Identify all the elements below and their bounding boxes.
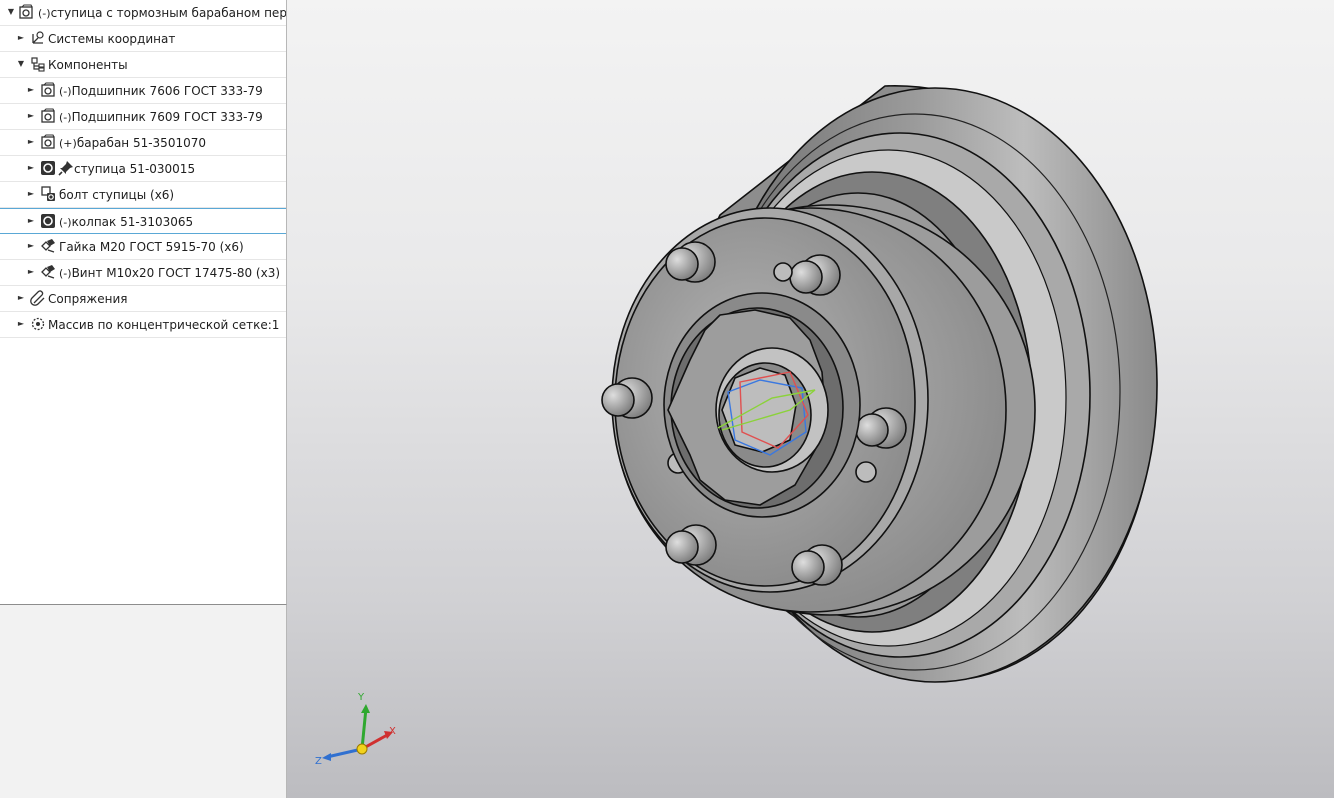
collapse-arrow-icon[interactable]: ▼ <box>16 57 26 71</box>
tree-item-label: ступица 51-030015 <box>74 162 196 176</box>
x-axis-label: X <box>389 726 396 737</box>
expand-arrow-icon[interactable]: ► <box>26 161 36 175</box>
tree-item-nut[interactable]: ► Гайка М20 ГОСТ 5915-70 (x6) <box>0 234 286 260</box>
expand-arrow-icon[interactable]: ► <box>16 291 26 305</box>
3d-viewport[interactable]: Y X Z <box>287 0 1334 798</box>
orientation-triad[interactable]: Y X Z <box>307 686 397 766</box>
state-prefix: (-) <box>59 85 72 98</box>
tree-item-label: Компоненты <box>48 58 128 72</box>
bolt-icon <box>41 186 55 201</box>
tree-item-cap[interactable]: ► (-)колпак 51-3103065 <box>0 208 286 234</box>
tree-item-bearing-7609[interactable]: ► (-)Подшипник 7609 ГОСТ 333-79 <box>0 104 286 130</box>
expand-arrow-icon[interactable]: ► <box>26 239 36 253</box>
tree-item-label: Подшипник 7606 ГОСТ 333-79 <box>71 84 263 98</box>
state-prefix: (+) <box>59 137 77 150</box>
assembly-icon <box>41 134 55 149</box>
y-axis-arrow <box>360 707 368 750</box>
properties-panel <box>0 605 287 798</box>
state-prefix: (-) <box>59 111 72 124</box>
tree-item-bearing-7606[interactable]: ► (-)Подшипник 7606 ГОСТ 333-79 <box>0 78 286 104</box>
assembly-icon <box>19 4 33 19</box>
part-icon <box>41 161 55 175</box>
pin-icon <box>58 161 73 176</box>
standard-part-icon <box>41 239 55 253</box>
state-prefix: (-) <box>59 267 72 280</box>
assembly-icon <box>41 82 55 97</box>
part-icon <box>41 214 55 228</box>
tree-item-label: Массив по концентрической сетке:1 <box>48 318 280 332</box>
tree-item-circular-pattern[interactable]: ► Массив по концентрической сетке:1 <box>0 312 286 338</box>
tree-item-screw[interactable]: ► (-)Винт М10x20 ГОСТ 17475-80 (x3) <box>0 260 286 286</box>
coordinate-systems-icon <box>32 31 44 44</box>
tree-item-label: болт ступицы (x6) <box>59 188 175 202</box>
z-axis-label: Z <box>315 756 322 766</box>
expand-arrow-icon[interactable]: ► <box>16 317 26 331</box>
tree-item-label: Системы координат <box>48 32 176 46</box>
standard-part-icon <box>41 265 55 279</box>
tree-item-label: барабан 51-3501070 <box>76 136 206 150</box>
expand-arrow-icon[interactable]: ► <box>26 109 36 123</box>
tree-item-label: Винт М10x20 ГОСТ 17475-80 (x3) <box>71 266 281 280</box>
pattern-icon <box>31 317 45 331</box>
tree-item-label: колпак 51-3103065 <box>71 215 194 229</box>
tree-item-label: Подшипник 7609 ГОСТ 333-79 <box>71 110 263 124</box>
tree-item-label: Сопряжения <box>48 292 128 306</box>
expand-arrow-icon[interactable]: ► <box>26 265 36 279</box>
tree-item-drum[interactable]: ► (+)барабан 51-3501070 <box>0 130 286 156</box>
tree-root-row[interactable]: ▼ (-)ступица с тормозным барабаном пер 5… <box>0 0 286 26</box>
expand-arrow-icon[interactable]: ► <box>26 187 36 201</box>
tree-item-mates[interactable]: ► Сопряжения <box>0 286 286 312</box>
state-prefix: (-) <box>59 216 72 229</box>
expand-arrow-icon[interactable]: ► <box>16 31 26 45</box>
tree-item-label: Гайка М20 ГОСТ 5915-70 (x6) <box>59 240 244 254</box>
tree-item-hub[interactable]: ► ступица 51-030015 <box>0 156 286 182</box>
expand-arrow-icon[interactable]: ▼ <box>6 5 16 19</box>
tree-item-hub-bolt[interactable]: ► болт ступицы (x6) <box>0 182 286 208</box>
mates-icon <box>30 290 45 306</box>
state-prefix: (-) <box>38 7 51 20</box>
brake-drum-hub-model[interactable] <box>287 0 1334 798</box>
model-tree-panel: ▼ (-)ступица с тормозным барабаном пер 5… <box>0 0 287 605</box>
expand-arrow-icon[interactable]: ► <box>26 135 36 149</box>
expand-arrow-icon[interactable]: ► <box>26 214 36 228</box>
components-icon <box>31 57 45 72</box>
tree-root-label: ступица с тормозным барабаном пер 51-3 <box>50 6 287 20</box>
y-axis-label: Y <box>357 692 365 703</box>
expand-arrow-icon[interactable]: ► <box>26 83 36 97</box>
tree-item-components[interactable]: ▼ Компоненты <box>0 52 286 78</box>
tree-item-coordinate-systems[interactable]: ► Системы координат <box>0 26 286 52</box>
assembly-icon <box>41 108 55 123</box>
